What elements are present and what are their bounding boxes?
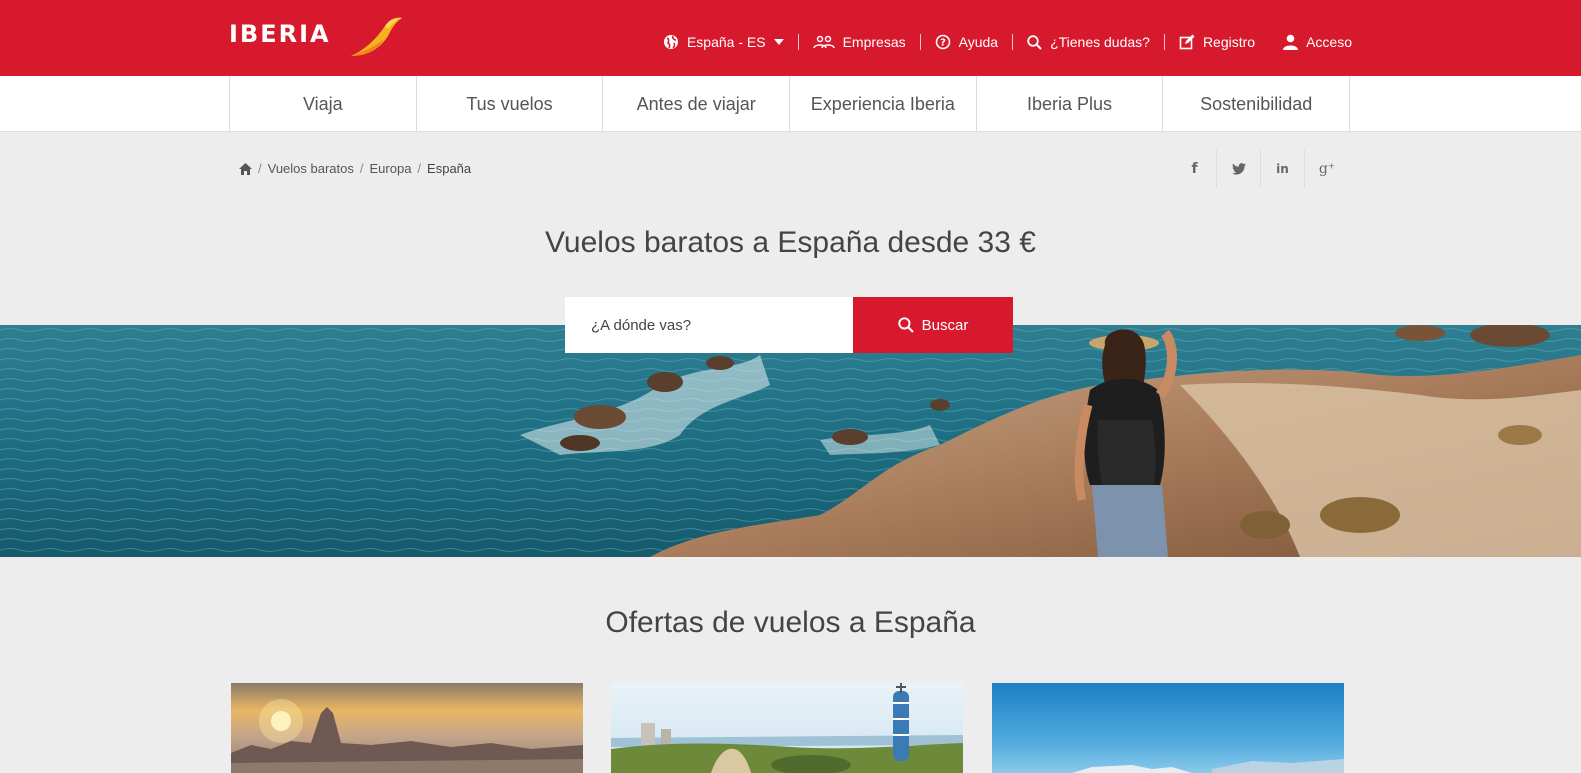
search-bar: Buscar [565,297,1013,353]
tab-viaja[interactable]: Viaja [230,76,417,132]
user-icon [1283,34,1299,50]
top-utility-nav: España - ES Empresas ? Ayuda ¿Tienes dud… [649,28,1352,56]
google-plus-share[interactable]: g⁺ [1305,150,1349,188]
svg-text:?: ? [940,38,946,49]
offer-card-malaga[interactable] [992,683,1344,773]
help-link[interactable]: ? Ayuda [921,34,1012,50]
tab-iberia-plus[interactable]: Iberia Plus [977,76,1164,132]
search-button[interactable]: Buscar [853,297,1013,353]
logo-wordmark: IBERIA [229,20,331,48]
country-selector[interactable]: España - ES [649,34,798,50]
home-icon[interactable] [239,162,252,175]
login-link[interactable]: Acceso [1269,34,1352,50]
help-label: Ayuda [958,34,999,50]
breadcrumb-europa[interactable]: Europa [370,161,412,176]
madrid-photo [231,683,583,773]
breadcrumb-separator: / [417,161,422,176]
offer-card-madrid[interactable] [231,683,583,773]
twitter-icon [1231,163,1246,175]
breadcrumb-current: España [427,161,472,176]
register-link[interactable]: Registro [1165,34,1269,50]
people-icon [812,35,835,49]
tab-tus-vuelos[interactable]: Tus vuelos [417,76,604,132]
logo-wing-icon [351,17,402,56]
offer-card-barcelona[interactable] [611,683,963,773]
main-nav: Viaja Tus vuelos Antes de viajar Experie… [0,76,1581,132]
barcelona-photo [611,683,963,773]
offers-title: Ofertas de vuelos a España [605,606,976,639]
breadcrumb-vuelos-baratos[interactable]: Vuelos baratos [268,161,354,176]
help-circle-icon: ? [935,34,950,50]
tab-antes-de-viajar[interactable]: Antes de viajar [603,76,791,132]
chevron-down-icon [773,39,784,45]
questions-label: ¿Tienes dudas? [1050,34,1150,50]
page-title: Vuelos baratos a España desde 33 € [545,226,1036,259]
facebook-icon: f [1191,161,1198,177]
linkedin-icon: in [1276,162,1289,176]
business-link[interactable]: Empresas [799,34,920,50]
twitter-share[interactable] [1217,150,1261,188]
destination-search-input[interactable] [565,297,853,353]
linkedin-share[interactable]: in [1261,150,1305,188]
search-icon [897,317,914,333]
facebook-share[interactable]: f [1173,150,1217,188]
tab-sostenibilidad[interactable]: Sostenibilidad [1163,76,1351,132]
coast-photo [0,325,1581,557]
top-header: IBERIA España - ES Empresas ? Ayuda ¿Tie… [0,0,1581,76]
tab-experiencia-iberia[interactable]: Experiencia Iberia [790,76,977,132]
register-label: Registro [1202,34,1256,50]
iberia-logo[interactable]: IBERIA [229,14,409,60]
breadcrumb-separator: / [258,161,262,176]
google-plus-icon: g⁺ [1318,161,1336,177]
business-label: Empresas [842,34,906,50]
search-button-label: Buscar [921,316,969,334]
questions-search-link[interactable]: ¿Tienes dudas? [1013,34,1164,50]
main-nav-tabs: Viaja Tus vuelos Antes de viajar Experie… [229,76,1351,132]
country-label: España - ES [686,34,766,50]
breadcrumb-separator: / [359,161,364,176]
hero-image [0,325,1581,557]
globe-icon [663,35,678,49]
search-icon [1027,34,1042,50]
edit-icon [1179,34,1195,50]
breadcrumb: / Vuelos baratos / Europa / España [239,161,471,176]
social-share: f in g⁺ [1173,150,1349,188]
coast-city-photo [992,683,1344,773]
login-label: Acceso [1306,34,1352,50]
